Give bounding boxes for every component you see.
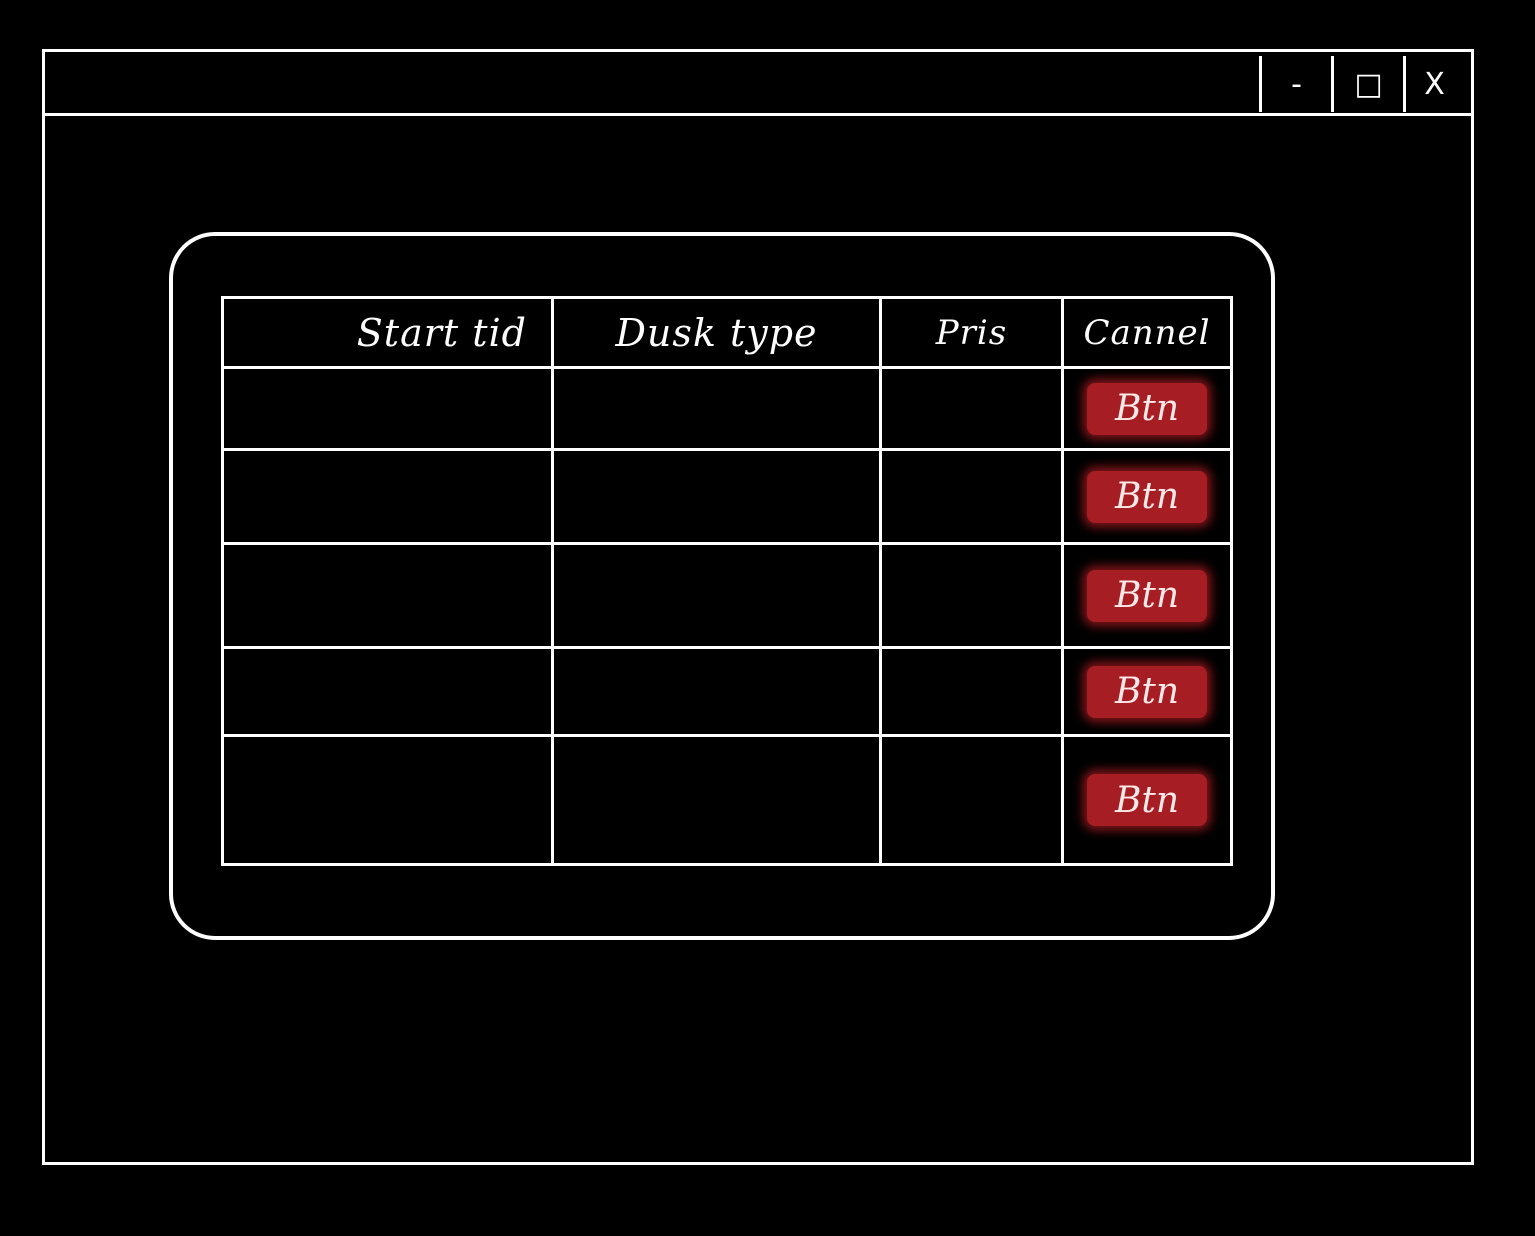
cancel-button[interactable]: Btn bbox=[1087, 665, 1207, 718]
cancel-button[interactable]: Btn bbox=[1087, 470, 1207, 523]
table-cell bbox=[882, 451, 1064, 545]
app-window: - □ X Start tid Dusk type Pris Cannel Bt… bbox=[42, 49, 1474, 1165]
action-cell: Btn bbox=[1064, 545, 1230, 649]
data-table: Start tid Dusk type Pris Cannel Btn Btn bbox=[221, 296, 1233, 866]
column-header-start-time: Start tid bbox=[224, 299, 554, 369]
cancel-button[interactable]: Btn bbox=[1087, 382, 1207, 435]
cancel-button[interactable]: Btn bbox=[1087, 569, 1207, 622]
table-cell bbox=[224, 451, 554, 545]
table-cell bbox=[882, 369, 1064, 451]
action-cell: Btn bbox=[1064, 369, 1230, 451]
table-cell bbox=[554, 451, 882, 545]
minimize-button[interactable]: - bbox=[1259, 56, 1331, 112]
table-cell bbox=[224, 649, 554, 737]
close-button[interactable]: X bbox=[1403, 56, 1463, 112]
table-cell bbox=[554, 545, 882, 649]
column-header-price: Pris bbox=[882, 299, 1064, 369]
action-cell: Btn bbox=[1064, 649, 1230, 737]
table-cell bbox=[554, 649, 882, 737]
column-header-cancel: Cannel bbox=[1064, 299, 1230, 369]
table-cell bbox=[882, 649, 1064, 737]
table-cell bbox=[224, 545, 554, 649]
maximize-button[interactable]: □ bbox=[1331, 56, 1403, 112]
table-panel: Start tid Dusk type Pris Cannel Btn Btn bbox=[169, 232, 1275, 940]
title-bar: - □ X bbox=[45, 52, 1471, 116]
table-cell bbox=[554, 737, 882, 863]
table-cell bbox=[224, 369, 554, 451]
table-cell bbox=[882, 737, 1064, 863]
column-header-type: Dusk type bbox=[554, 299, 882, 369]
action-cell: Btn bbox=[1064, 737, 1230, 863]
cancel-button[interactable]: Btn bbox=[1087, 774, 1207, 826]
table-cell bbox=[224, 737, 554, 863]
table-cell bbox=[554, 369, 882, 451]
action-cell: Btn bbox=[1064, 451, 1230, 545]
window-controls: - □ X bbox=[1259, 56, 1463, 116]
table-cell bbox=[882, 545, 1064, 649]
